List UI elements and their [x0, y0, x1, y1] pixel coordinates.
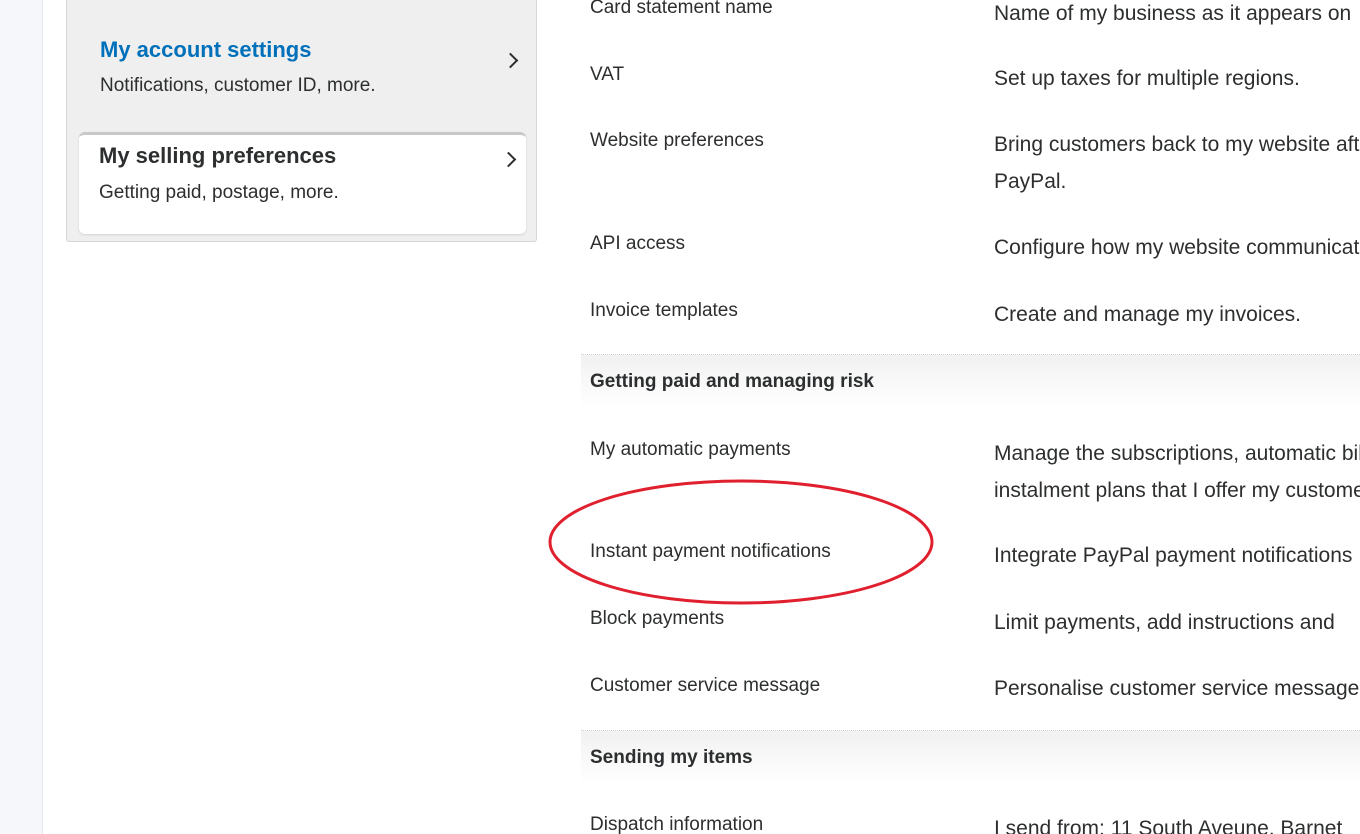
list-item-description: Set up taxes for multiple regions. — [994, 67, 1300, 90]
list-item[interactable]: Dispatch information I send from: 11 Sou… — [581, 810, 1360, 834]
sidebar-item-title[interactable]: My account settings — [100, 37, 311, 63]
list-item[interactable]: VAT Set up taxes for multiple regions. — [581, 60, 1360, 126]
list-item[interactable]: Customer service message Personalise cus… — [581, 670, 1360, 730]
list-item-description: I send from: 11 South Aveune, Barnet — [994, 817, 1343, 834]
list-item-label[interactable]: Invoice templates — [590, 300, 738, 322]
list-item-description: Limit payments, add instructions and — [994, 611, 1335, 634]
list-item-description: Name of my business as it appears on — [994, 2, 1352, 25]
list-item[interactable]: Invoice templates Create and manage my i… — [581, 296, 1360, 354]
list-item-label[interactable]: Instant payment notifications — [590, 541, 831, 563]
chevron-right-icon — [500, 151, 517, 168]
list-item[interactable]: Website preferences Bring customers back… — [581, 126, 1360, 229]
list-item-label[interactable]: Website preferences — [590, 130, 764, 152]
list-item-description: Integrate PayPal payment notifications — [994, 544, 1353, 567]
section-header-getting-paid: Getting paid and managing risk — [581, 354, 1360, 407]
list-item-label[interactable]: VAT — [590, 64, 624, 86]
list-item[interactable]: Block payments Limit payments, add instr… — [581, 604, 1360, 670]
list-item[interactable]: API access Configure how my website comm… — [581, 229, 1360, 295]
list-item-label[interactable]: My automatic payments — [590, 439, 791, 461]
sidebar-item-subtitle: Notifications, customer ID, more. — [100, 75, 376, 96]
list-item-description: Bring customers back to my website after… — [994, 133, 1360, 193]
list-item-label[interactable]: Customer service message — [590, 675, 820, 697]
list-item-description: Create and manage my invoices. — [994, 303, 1301, 326]
list-item-description: Personalise customer service message — [994, 677, 1360, 700]
sidebar-item-selling-preferences[interactable]: My selling preferences Getting paid, pos… — [79, 132, 526, 234]
list-item-description: Manage the subscriptions, automatic bill… — [994, 442, 1360, 502]
sidebar-item-account-settings[interactable]: My account settings Notifications, custo… — [67, 1, 536, 121]
section-title: Sending my items — [590, 747, 753, 768]
preferences-list: Card statement name Name of my business … — [581, 0, 1360, 834]
settings-sidebar: My account settings Notifications, custo… — [66, 0, 537, 242]
sidebar-item-subtitle: Getting paid, postage, more. — [99, 182, 339, 203]
section-title: Getting paid and managing risk — [590, 371, 874, 392]
list-item-description: Configure how my website communicates — [994, 236, 1360, 259]
list-item-label[interactable]: Dispatch information — [590, 814, 763, 834]
list-item-label[interactable]: Block payments — [590, 608, 724, 630]
sidebar-item-title[interactable]: My selling preferences — [99, 143, 336, 169]
section-header-sending: Sending my items — [581, 730, 1360, 783]
chevron-right-icon — [502, 52, 519, 69]
left-gutter — [0, 0, 43, 834]
list-item[interactable]: Instant payment notifications Integrate … — [581, 537, 1360, 603]
list-item[interactable]: My automatic payments Manage the subscri… — [581, 435, 1360, 535]
selling-preferences-page: My account settings Notifications, custo… — [0, 0, 1360, 834]
list-item-label[interactable]: Card statement name — [590, 0, 773, 19]
list-item[interactable]: Card statement name Name of my business … — [581, 0, 1360, 60]
list-item-label[interactable]: API access — [590, 233, 685, 255]
